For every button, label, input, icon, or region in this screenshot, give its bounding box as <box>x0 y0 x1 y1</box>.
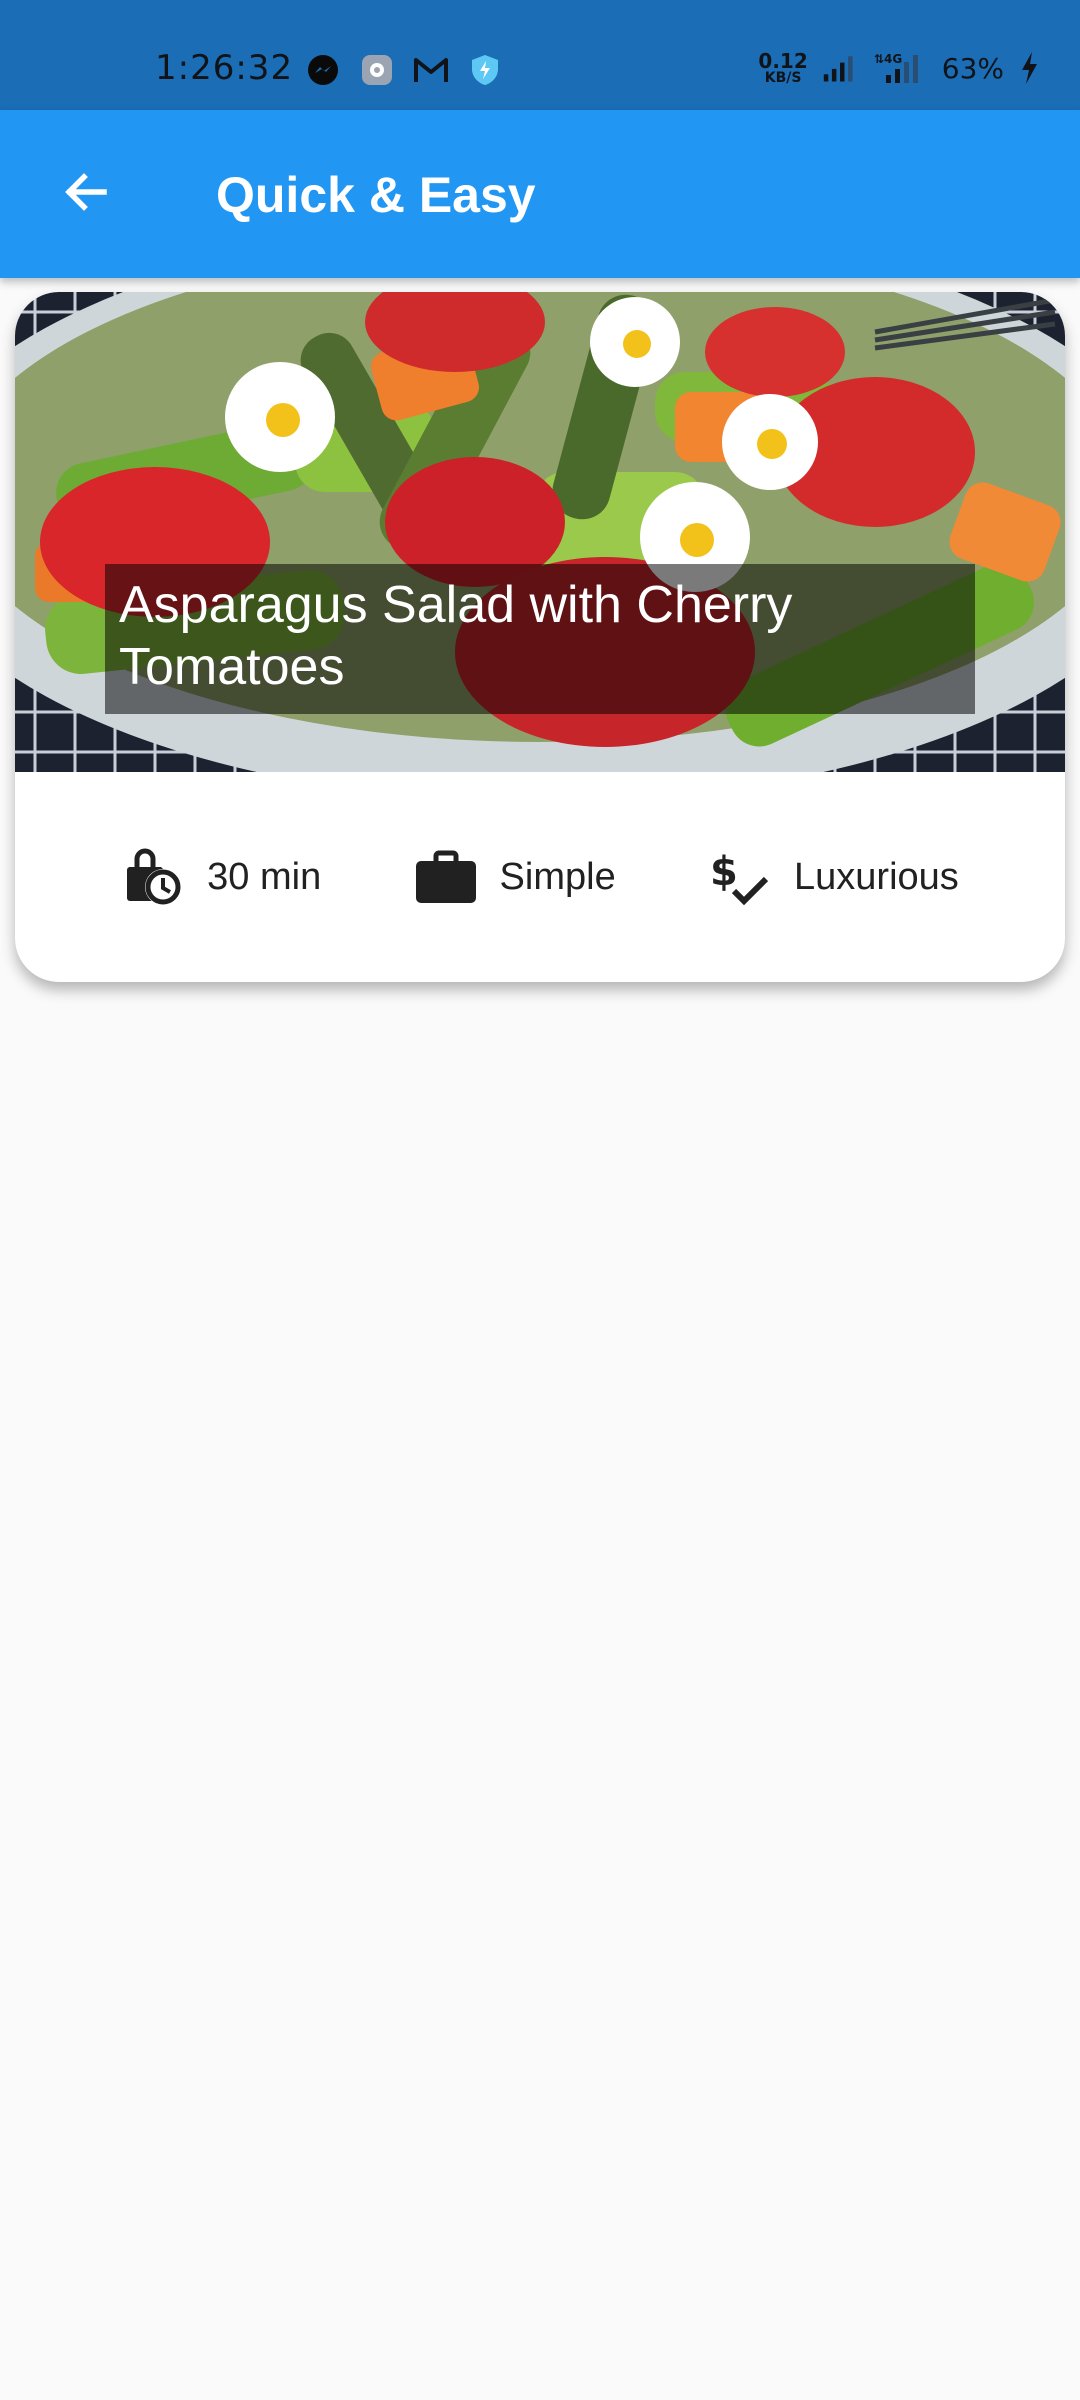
price-check-icon: $ <box>708 845 772 909</box>
charging-icon <box>1018 50 1040 86</box>
meal-image: Asparagus Salad with Cherry Tomatoes <box>15 292 1065 772</box>
work-briefcase-icon <box>414 845 478 909</box>
meal-card[interactable]: Asparagus Salad with Cherry Tomatoes 30 … <box>15 292 1065 982</box>
timer-bag-icon <box>121 845 185 909</box>
status-bar: 1:26:32 0.12 KB/S ⇅4G 63% <box>0 0 1080 110</box>
meal-info-row: 30 min Simple $ Luxurious <box>15 772 1065 982</box>
duration-info: 30 min <box>121 845 321 909</box>
affordability-info: $ Luxurious <box>708 845 959 909</box>
meal-title: Asparagus Salad with Cherry Tomatoes <box>105 564 975 714</box>
complexity-label: Simple <box>499 855 616 898</box>
status-right: 0.12 KB/S ⇅4G 63% <box>758 50 1040 86</box>
duration-label: 30 min <box>207 855 322 898</box>
app-bar: Quick & Easy <box>0 110 1080 278</box>
gmail-icon <box>413 52 449 88</box>
net-speed-value: 0.12 <box>758 49 808 73</box>
complexity-info: Simple <box>414 845 616 909</box>
signal-4g-icon: ⇅4G <box>872 50 928 86</box>
affordability-label: Luxurious <box>794 855 959 898</box>
svg-text:$: $ <box>710 849 738 895</box>
signal-icon <box>822 50 858 86</box>
net-speed-unit: KB/S <box>764 70 802 86</box>
svg-text:⇅4G: ⇅4G <box>874 52 902 66</box>
arrow-back-icon <box>60 166 112 223</box>
page-title: Quick & Easy <box>216 167 536 223</box>
shield-bolt-icon <box>467 52 503 88</box>
network-speed: 0.12 KB/S <box>758 51 807 85</box>
status-time: 1:26:32 <box>155 48 294 88</box>
battery-percent: 63% <box>941 51 1004 85</box>
settings-app-icon <box>359 52 395 88</box>
messenger-icon <box>305 52 341 88</box>
back-button[interactable] <box>48 156 124 232</box>
notification-icons <box>305 52 503 88</box>
